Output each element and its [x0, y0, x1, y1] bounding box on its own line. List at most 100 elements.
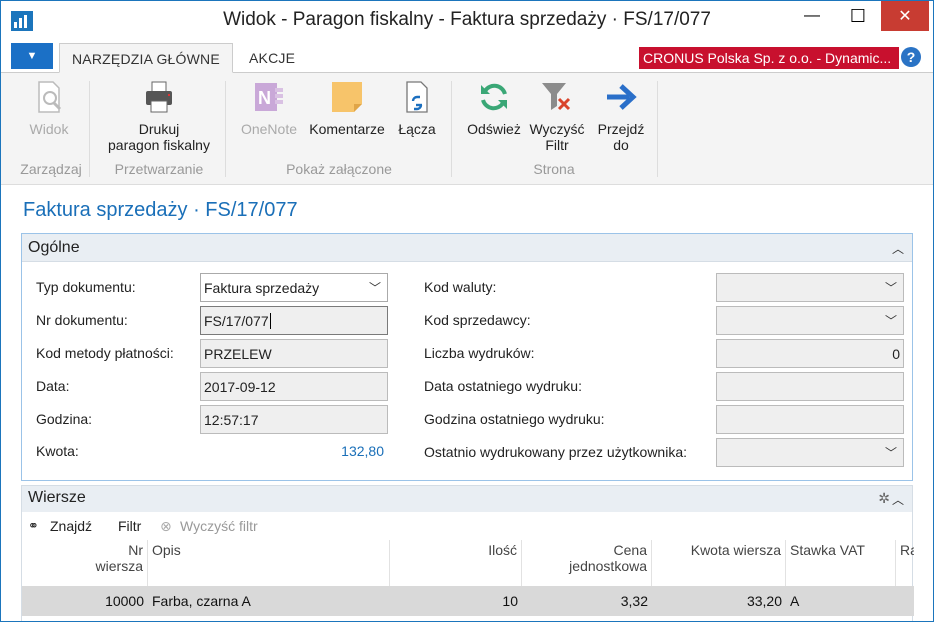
- doc-type-label: Typ dokumentu:: [36, 279, 136, 295]
- column-header-more[interactable]: Ra: [896, 540, 914, 586]
- time-field[interactable]: 12:57:17: [200, 405, 388, 434]
- payment-method-field[interactable]: PRZELEW: [200, 339, 388, 368]
- onenote-icon: N: [251, 79, 287, 115]
- cell-line-no: 10000: [105, 593, 144, 609]
- date-label: Data:: [36, 378, 70, 394]
- view-document-icon: [31, 79, 67, 115]
- print-receipt-button[interactable]: Drukuj paragon fiskalny: [97, 79, 221, 153]
- ribbon-divider: [89, 81, 90, 177]
- view-button[interactable]: Widok: [21, 79, 77, 137]
- clear-filter-icon: ⊗: [160, 518, 172, 534]
- close-button[interactable]: ✕: [881, 1, 929, 31]
- clear-filter-link[interactable]: Wyczyść filtr: [180, 518, 258, 534]
- group-page-label: Strona: [533, 161, 575, 177]
- maximize-button[interactable]: ☐: [835, 1, 881, 31]
- general-fasttab-title: Ogólne: [28, 239, 80, 256]
- chevron-down-icon: ﹀: [884, 446, 897, 460]
- salesperson-select[interactable]: ﹀: [716, 306, 904, 335]
- lines-part: Wiersze ✲ ︿ ⚭ Znajdź Filtr ⊗ Wyczyść fil…: [21, 485, 914, 621]
- last-print-time-field[interactable]: [716, 405, 904, 434]
- filter-button[interactable]: Filtr: [118, 518, 141, 534]
- column-header-line-amount[interactable]: Kwota wiersza: [652, 540, 786, 586]
- last-print-date-field[interactable]: [716, 372, 904, 401]
- lines-title: Wiersze: [28, 489, 86, 506]
- company-banner[interactable]: CRONUS Polska Sp. z o.o. - Dynamic...: [639, 47, 899, 69]
- cell-quantity: 10: [502, 593, 518, 609]
- ribbon: Widok Drukuj paragon fiskalny N OneNote …: [1, 73, 933, 185]
- line-no-header-line2: wiersza: [95, 558, 143, 574]
- clear-filter-icon: [539, 79, 575, 115]
- maximize-icon: ☐: [849, 5, 867, 26]
- line-no-header-line1: Nr: [128, 542, 143, 558]
- notes-label: Komentarze: [309, 121, 385, 137]
- column-header-quantity[interactable]: Ilość: [390, 540, 522, 586]
- settings-gear-icon[interactable]: ✲: [878, 490, 890, 507]
- onenote-label: OneNote: [240, 121, 298, 137]
- cell-description: Farba, czarna A: [152, 593, 251, 609]
- unit-price-header-line1: Cena: [613, 542, 647, 558]
- column-header-line-no[interactable]: Nr wiersza: [42, 540, 148, 586]
- general-fasttab: Ogólne ︿ Typ dokumentu: Faktura sprzedaż…: [21, 233, 913, 481]
- application-window: Widok - Paragon fiskalny - Faktura sprze…: [0, 0, 934, 622]
- cell-line-amount: 33,20: [746, 593, 782, 609]
- doc-no-field[interactable]: FS/17/077: [200, 306, 388, 335]
- clear-filter-button[interactable]: Wyczyść Filtr: [527, 79, 587, 153]
- collapse-chevron-icon[interactable]: ︿: [892, 491, 904, 508]
- go-to-label-line1: Przejdź: [597, 121, 645, 137]
- ribbon-divider: [657, 81, 658, 177]
- last-print-time-label: Godzina ostatniego wydruku:: [424, 411, 605, 427]
- doc-no-value: FS/17/077: [204, 313, 269, 329]
- title-bar: Widok - Paragon fiskalny - Faktura sprze…: [1, 1, 933, 39]
- arrow-right-icon: [603, 79, 639, 115]
- doc-type-select[interactable]: Faktura sprzedaży ﹀: [200, 273, 388, 302]
- column-header-description[interactable]: Opis: [148, 540, 390, 586]
- refresh-button[interactable]: Odśwież: [463, 79, 525, 137]
- clear-filter-label-line1: Wyczyść: [529, 121, 585, 137]
- unit-price-header-line2: jednostkowa: [569, 558, 647, 574]
- notes-button[interactable]: Komentarze: [305, 79, 389, 137]
- help-icon[interactable]: ?: [901, 47, 921, 67]
- print-count-field[interactable]: 0: [716, 339, 904, 368]
- lines-toolbar: ⚭ Znajdź Filtr ⊗ Wyczyść filtr: [22, 512, 912, 540]
- salesperson-label: Kod sprzedawcy:: [424, 312, 531, 328]
- clear-filter-label-line2: Filtr: [545, 137, 569, 153]
- cell-vat-rate: A: [790, 593, 800, 609]
- minimize-button[interactable]: —: [789, 1, 835, 31]
- time-label: Godzina:: [36, 411, 93, 427]
- print-count-label: Liczba wydruków:: [424, 345, 535, 361]
- minimize-icon: —: [804, 7, 820, 24]
- tab-home[interactable]: NARZĘDZIA GŁÓWNE: [59, 43, 233, 73]
- group-process-label: Przetwarzanie: [114, 161, 204, 177]
- last-printed-by-select[interactable]: ﹀: [716, 438, 904, 467]
- print-label-line1: Drukuj: [138, 121, 180, 137]
- last-print-date-label: Data ostatniego wydruku:: [424, 378, 582, 394]
- svg-text:N: N: [258, 88, 271, 108]
- amount-link[interactable]: 132,80: [322, 443, 384, 459]
- tab-actions[interactable]: AKCJE: [237, 43, 307, 73]
- go-to-label-line2: do: [613, 137, 629, 153]
- page-title: Faktura sprzedaży · FS/17/077: [23, 199, 298, 221]
- chevron-down-icon: ﹀: [368, 281, 381, 295]
- printer-icon: [141, 79, 177, 115]
- collapse-chevron-icon[interactable]: ︿: [892, 240, 904, 257]
- refresh-icon: [476, 79, 512, 115]
- chevron-down-icon: ﹀: [884, 314, 897, 328]
- group-attached-label: Pokaż załączone: [286, 161, 392, 177]
- date-field[interactable]: 2017-09-12: [200, 372, 388, 401]
- column-header-unit-price[interactable]: Cena jednostkowa: [522, 540, 652, 586]
- find-button[interactable]: Znajdź: [50, 518, 92, 534]
- chevron-down-icon: ﹀: [884, 281, 897, 295]
- link-document-icon: [399, 79, 435, 115]
- chevron-down-icon: ▼: [26, 50, 38, 62]
- go-to-button[interactable]: Przejdź do: [591, 79, 651, 153]
- links-button[interactable]: Łącza: [391, 79, 443, 137]
- currency-select[interactable]: ﹀: [716, 273, 904, 302]
- lines-header[interactable]: Wiersze ✲ ︿: [22, 486, 912, 512]
- doc-no-label: Nr dokumentu:: [36, 312, 128, 328]
- general-fasttab-header[interactable]: Ogólne ︿: [22, 234, 912, 262]
- amount-label: Kwota:: [36, 443, 79, 459]
- close-icon: ✕: [898, 8, 912, 25]
- file-menu-button[interactable]: ▼: [11, 43, 53, 69]
- onenote-button[interactable]: N OneNote: [235, 79, 303, 137]
- column-header-vat-rate[interactable]: Stawka VAT: [786, 540, 896, 586]
